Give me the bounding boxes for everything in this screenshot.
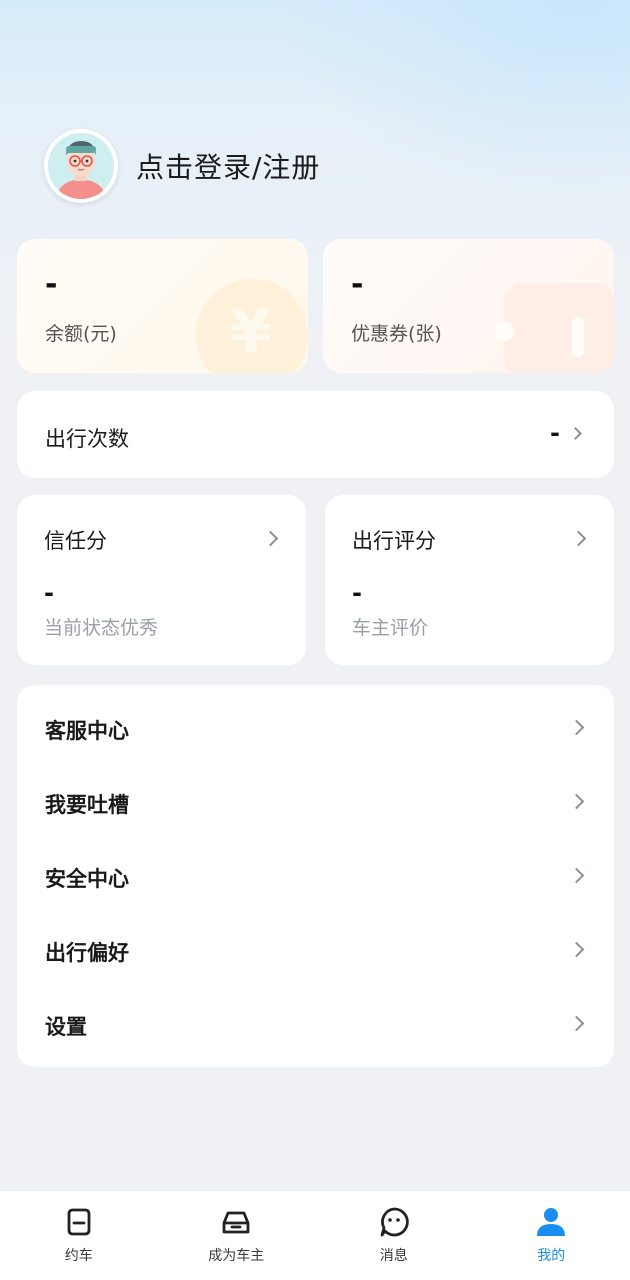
trip-rating-value: - bbox=[352, 579, 362, 607]
chevron-right-icon bbox=[569, 427, 582, 440]
car-icon bbox=[222, 1211, 250, 1234]
tab-label: 约车 bbox=[64, 1248, 93, 1264]
avatar-illustration-icon bbox=[48, 133, 114, 199]
balance-label: 余额(元) bbox=[45, 323, 117, 345]
menu-item-label: 出行偏好 bbox=[45, 941, 129, 965]
menu-item-settings[interactable]: 设置 bbox=[17, 987, 614, 1061]
tab-label: 消息 bbox=[379, 1248, 408, 1264]
chevron-right-icon bbox=[262, 530, 279, 547]
menu-item-safety-center[interactable]: 安全中心 bbox=[17, 839, 614, 913]
chevron-right-icon bbox=[568, 867, 585, 884]
bottom-tab-bar: 约车 成为车主 消息 我的 bbox=[0, 1190, 630, 1280]
balance-value: - bbox=[45, 267, 58, 302]
ticket-icon bbox=[494, 283, 614, 373]
coupon-card[interactable]: - 优惠券(张) bbox=[323, 239, 614, 373]
trip-rating-card[interactable]: 出行评分 - 车主评价 bbox=[325, 495, 614, 665]
profile-header[interactable]: 点击登录/注册 bbox=[44, 128, 320, 204]
tab-my-profile[interactable]: 我的 bbox=[473, 1191, 630, 1280]
coupon-label: 优惠券(张) bbox=[351, 323, 442, 345]
menu-item-label: 安全中心 bbox=[45, 867, 129, 891]
trip-count-row[interactable]: 出行次数 - bbox=[17, 391, 614, 478]
menu-list: 客服中心 我要吐槽 安全中心 出行偏好 设置 bbox=[17, 685, 614, 1067]
trust-score-value: - bbox=[44, 579, 54, 607]
menu-item-feedback[interactable]: 我要吐槽 bbox=[17, 765, 614, 839]
message-icon bbox=[380, 1207, 409, 1237]
avatar[interactable] bbox=[44, 129, 118, 203]
menu-item-travel-preferences[interactable]: 出行偏好 bbox=[17, 913, 614, 987]
login-register-link[interactable]: 点击登录/注册 bbox=[136, 146, 320, 186]
coupon-value: - bbox=[351, 267, 364, 302]
chevron-right-icon bbox=[568, 941, 585, 958]
chevron-right-icon bbox=[568, 719, 585, 736]
menu-item-label: 设置 bbox=[45, 1015, 87, 1039]
tab-book-ride[interactable]: 约车 bbox=[0, 1191, 158, 1280]
tab-label: 成为车主 bbox=[208, 1248, 265, 1264]
chevron-right-icon bbox=[570, 530, 587, 547]
menu-item-customer-service[interactable]: 客服中心 bbox=[17, 691, 614, 765]
trip-rating-sub: 车主评价 bbox=[352, 617, 429, 639]
tab-messages[interactable]: 消息 bbox=[315, 1191, 473, 1280]
tab-label: 我的 bbox=[537, 1248, 566, 1264]
trip-count-value: - bbox=[550, 419, 560, 447]
trip-count-label: 出行次数 bbox=[45, 427, 129, 451]
chevron-right-icon bbox=[568, 793, 585, 810]
balance-card[interactable]: ¥ - 余额(元) bbox=[17, 239, 308, 373]
user-icon bbox=[537, 1208, 566, 1236]
menu-item-label: 客服中心 bbox=[45, 719, 129, 743]
chevron-right-icon bbox=[568, 1015, 585, 1032]
car-booking-icon bbox=[67, 1208, 91, 1236]
trust-score-status: 当前状态优秀 bbox=[44, 617, 159, 639]
trust-score-title: 信任分 bbox=[44, 529, 107, 553]
menu-item-label: 我要吐槽 bbox=[45, 793, 129, 817]
coin-icon: ¥ bbox=[196, 279, 308, 373]
trip-rating-title: 出行评分 bbox=[352, 529, 436, 553]
tab-become-driver[interactable]: 成为车主 bbox=[158, 1191, 316, 1280]
trust-score-card[interactable]: 信任分 - 当前状态优秀 bbox=[17, 495, 306, 665]
